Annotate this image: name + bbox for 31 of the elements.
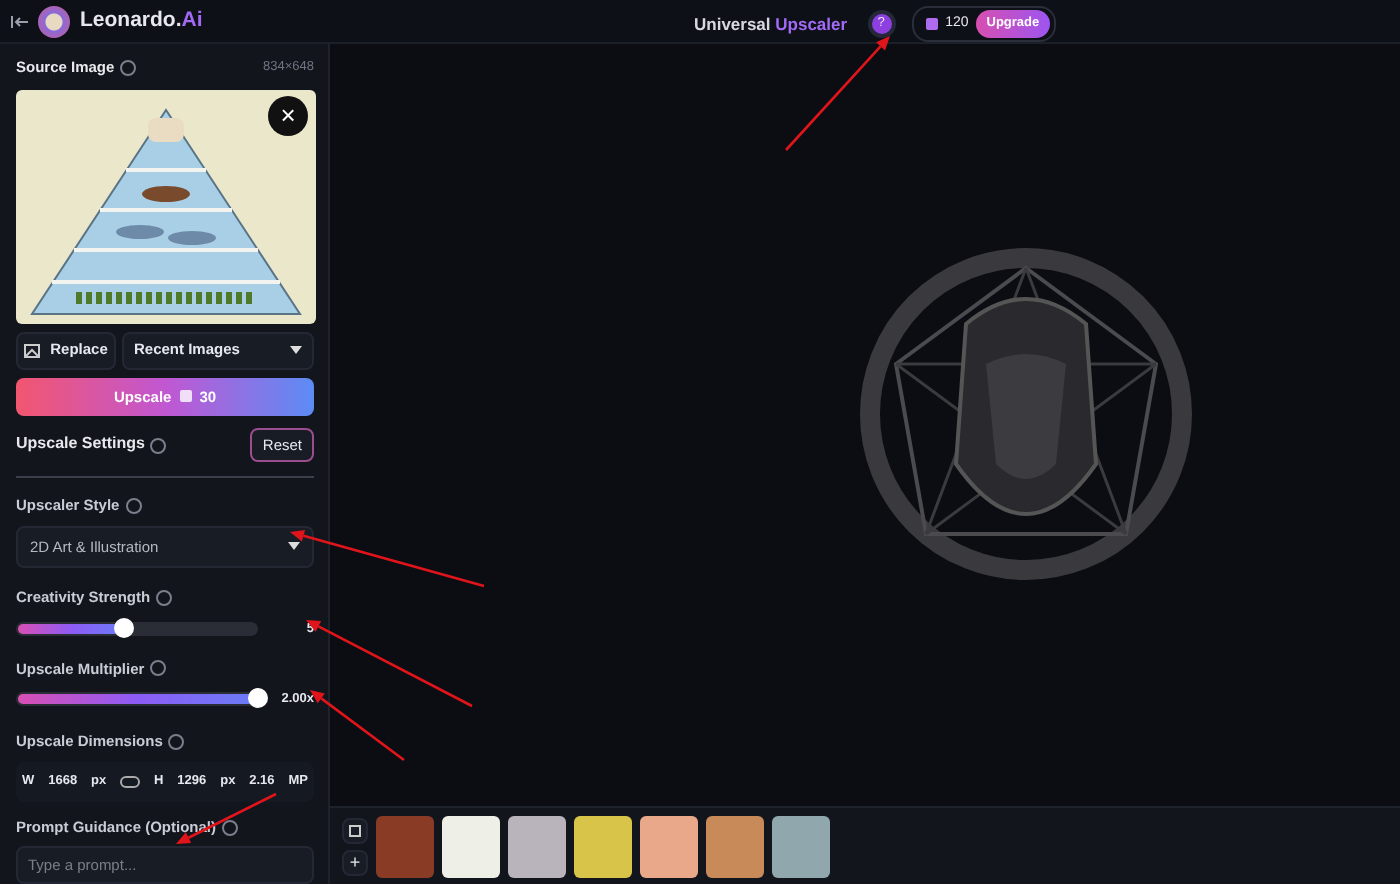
- help-icon[interactable]: [150, 660, 167, 677]
- page-title: Universal Upscaler: [694, 11, 848, 37]
- help-icon[interactable]: [120, 60, 137, 77]
- link-icon[interactable]: [120, 776, 141, 789]
- thumbnail-picture[interactable]: [640, 815, 698, 877]
- caret-icon: [288, 542, 300, 551]
- token-icon: [179, 390, 192, 403]
- thumbnail-picture[interactable]: [706, 815, 764, 877]
- help-icon[interactable]: [156, 589, 173, 606]
- thumbnail-picture[interactable]: [376, 815, 434, 877]
- thumbnail-picture[interactable]: [574, 815, 632, 877]
- back-arrow-icon[interactable]: [10, 13, 30, 29]
- square-icon: [348, 824, 362, 839]
- annotation-arrow: [785, 36, 890, 151]
- avatar-icon: [38, 5, 70, 37]
- add-button[interactable]: +: [342, 849, 368, 875]
- brand-name: Leonardo.Ai: [80, 5, 203, 36]
- thumbnail-picture[interactable]: [442, 815, 500, 877]
- copy-button[interactable]: [342, 817, 368, 843]
- help-icon[interactable]: [125, 497, 142, 514]
- help-icon[interactable]: [222, 819, 239, 836]
- slider-thumb[interactable]: [114, 618, 135, 639]
- slider-thumb[interactable]: [248, 688, 268, 709]
- help-icon[interactable]: [168, 733, 185, 750]
- help-icon[interactable]: [150, 437, 167, 453]
- image-icon: [24, 342, 43, 359]
- token-icon: [925, 17, 938, 30]
- thumbnail-picture[interactable]: [772, 815, 830, 877]
- thumbnail-picture[interactable]: [508, 815, 566, 877]
- caret-icon: [290, 346, 302, 355]
- settings-title: Upscale Settings: [16, 434, 145, 453]
